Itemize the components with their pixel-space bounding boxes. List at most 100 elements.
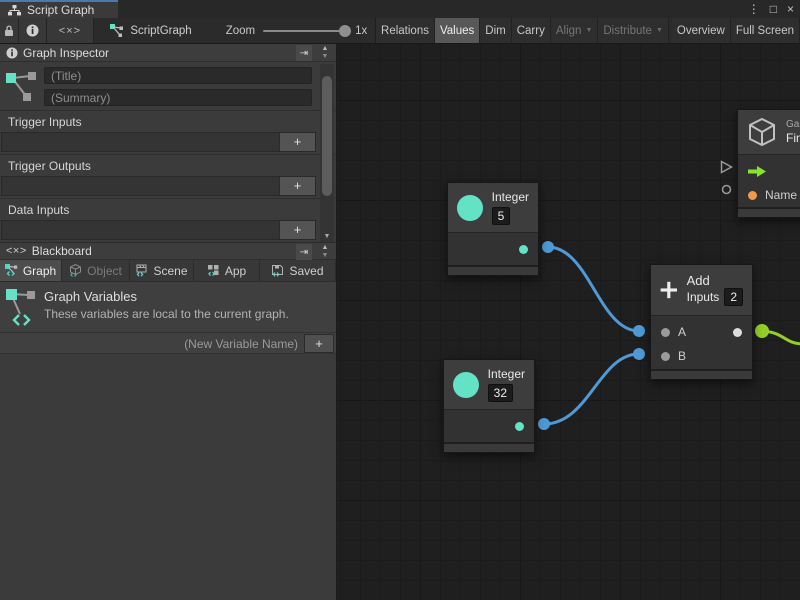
gameobject-cube-icon — [747, 117, 777, 147]
graph-hierarchy-icon — [8, 5, 21, 16]
full-screen-label: Full Screen — [736, 25, 794, 37]
align-button[interactable]: Align▼ — [551, 18, 599, 43]
tab-object-label: Object — [87, 264, 122, 278]
maximize-icon[interactable]: □ — [770, 2, 777, 16]
blackboard-header: <×> Blackboard ⇥ ▲ ▼ — [0, 242, 336, 260]
node-title: Integer — [492, 190, 529, 204]
trigger-outputs-label: Trigger Outputs — [0, 154, 336, 176]
scroll-up-icon[interactable]: ▲ — [322, 244, 329, 252]
code-view-button[interactable]: <×> — [47, 18, 95, 43]
close-icon[interactable]: × — [787, 2, 794, 16]
graph-variables-title: Graph Variables — [44, 289, 328, 304]
dim-label: Dim — [485, 25, 505, 37]
wire-integer32-to-add-b[interactable] — [544, 354, 639, 424]
saved-scope-icon — [271, 264, 284, 277]
scroll-down-icon[interactable]: ▼ — [320, 233, 334, 240]
graph-canvas[interactable]: Integer 5 Integer 32 — [337, 44, 800, 600]
relations-button[interactable]: Relations — [376, 18, 435, 43]
trigger-input-port[interactable] — [748, 166, 766, 177]
add-trigger-input-button[interactable]: + — [279, 133, 315, 151]
tab-graph[interactable]: Graph — [0, 260, 62, 281]
output-port[interactable] — [733, 328, 742, 337]
add-trigger-output-button[interactable]: + — [279, 177, 315, 195]
inputs-label: Inputs — [687, 290, 720, 304]
dock-panel-icon[interactable]: ⇥ — [296, 244, 312, 260]
graph-toolbar: <×> ScriptGraph Zoom 1x Relations Values… — [0, 18, 800, 44]
input-port-a[interactable] — [661, 328, 670, 337]
panel-scroll-arrows[interactable]: ▲ ▼ — [318, 244, 332, 260]
panel-scroll-arrows[interactable]: ▲ ▼ — [318, 45, 332, 61]
align-label: Align — [556, 25, 582, 37]
blackboard-tabs: Graph Object Scene — [0, 260, 336, 282]
wire-endpoint — [538, 418, 550, 430]
integer-value-field[interactable]: 5 — [492, 207, 511, 225]
zoom-slider-handle[interactable] — [339, 25, 351, 37]
node-title: Fin — [786, 131, 800, 145]
add-data-input-button[interactable]: + — [279, 221, 315, 239]
input-port-b[interactable] — [661, 352, 670, 361]
inputs-count-field[interactable]: 2 — [724, 288, 743, 306]
tab-object[interactable]: Object — [62, 260, 130, 281]
graph-title-input[interactable] — [44, 67, 312, 84]
tab-saved[interactable]: Saved — [260, 260, 336, 281]
unconnected-trigger-marker[interactable] — [720, 160, 733, 174]
info-icon — [26, 24, 39, 37]
node-footer — [444, 442, 534, 452]
zoom-value: 1x — [355, 25, 367, 37]
tab-graph-label: Graph — [23, 264, 56, 278]
tab-scene-label: Scene — [153, 264, 187, 278]
graph-scope-icon — [5, 264, 18, 277]
node-find[interactable]: Gam Fin Name — [737, 109, 800, 218]
carry-button[interactable]: Carry — [512, 18, 551, 43]
scroll-down-icon[interactable]: ▼ — [322, 53, 329, 61]
lock-button[interactable] — [0, 18, 19, 43]
inspector-scrollbar[interactable]: ▼ — [320, 64, 334, 242]
wire-endpoint — [633, 348, 645, 360]
scroll-up-icon[interactable]: ▲ — [322, 45, 329, 53]
kebab-menu-icon[interactable]: ⋮ — [748, 2, 760, 16]
node-add[interactable]: Add Inputs 2 A B — [650, 264, 753, 380]
scrollbar-thumb[interactable] — [322, 76, 332, 196]
distribute-label: Distribute — [603, 25, 652, 37]
scroll-down-icon[interactable]: ▼ — [322, 252, 329, 260]
input-port-a-label: A — [678, 325, 686, 339]
tab-script-graph[interactable]: Script Graph — [0, 0, 118, 18]
graph-variables-description: These variables are local to the current… — [44, 307, 328, 321]
output-port[interactable] — [515, 422, 524, 431]
tab-scene[interactable]: Scene — [130, 260, 194, 281]
overview-button[interactable]: Overview — [672, 18, 731, 43]
blackboard-title: Blackboard — [32, 244, 92, 258]
trigger-inputs-list: + — [1, 132, 316, 152]
new-variable-input[interactable] — [6, 334, 298, 353]
wire-integer5-to-add-a[interactable] — [548, 247, 639, 331]
integer-type-icon — [457, 195, 483, 221]
add-variable-button[interactable]: + — [304, 334, 334, 353]
dock-panel-icon[interactable]: ⇥ — [296, 45, 312, 61]
node-title: Integer — [488, 367, 525, 381]
node-integer-32[interactable]: Integer 32 — [443, 359, 535, 453]
trigger-inputs-label: Trigger Inputs — [0, 110, 336, 132]
name-input-port[interactable] — [748, 191, 757, 200]
zoom-slider[interactable] — [263, 30, 347, 32]
inspect-button[interactable] — [19, 18, 47, 43]
node-integer-5[interactable]: Integer 5 — [447, 182, 539, 276]
distribute-button[interactable]: Distribute▼ — [598, 18, 669, 43]
dim-button[interactable]: Dim — [480, 18, 511, 43]
integer-value-field[interactable]: 32 — [488, 384, 513, 402]
node-footer — [738, 207, 800, 217]
graph-inspector-title: Graph Inspector — [23, 46, 109, 60]
data-inputs-label: Data Inputs — [0, 198, 336, 220]
values-button[interactable]: Values — [435, 18, 480, 43]
graph-summary-input[interactable] — [44, 89, 312, 106]
caret-down-icon: ▼ — [585, 27, 592, 34]
tab-label: Script Graph — [27, 3, 94, 17]
data-inputs-list: + — [1, 220, 316, 240]
tab-app[interactable]: App — [194, 260, 260, 281]
name-port-label: Name — [765, 188, 797, 202]
graph-variables-icon — [6, 70, 38, 104]
graph-title-summary — [0, 62, 336, 110]
output-port[interactable] — [519, 245, 528, 254]
variables-icon: <×> — [6, 245, 27, 257]
unconnected-value-marker[interactable] — [721, 184, 732, 195]
full-screen-button[interactable]: Full Screen — [731, 18, 800, 43]
